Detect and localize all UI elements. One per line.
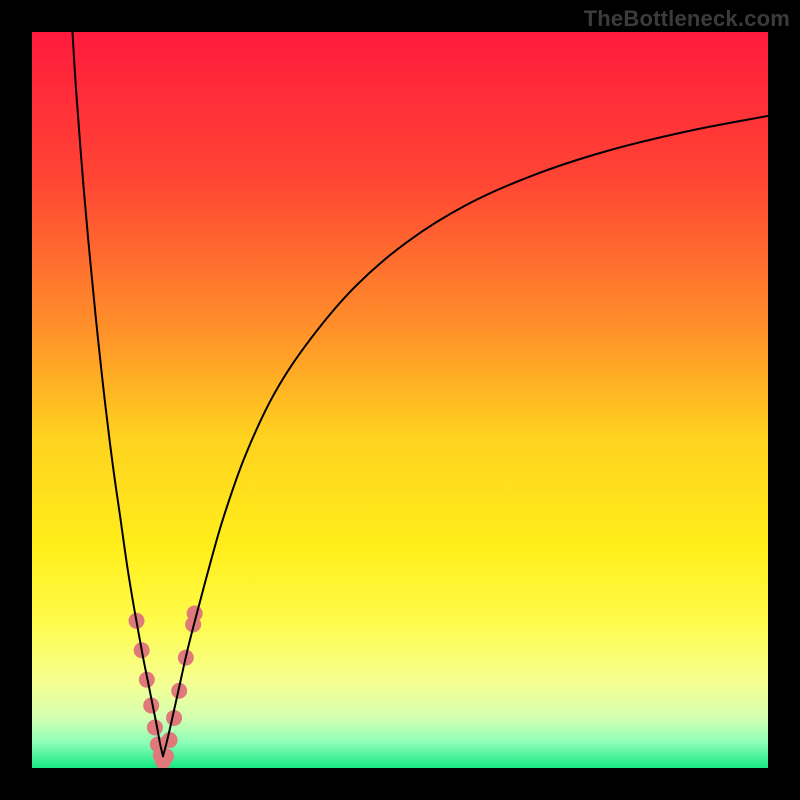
- curve-left-branch: [72, 32, 163, 756]
- curve-right-branch: [163, 116, 768, 756]
- marker-dot: [158, 748, 174, 764]
- marker-dot: [147, 720, 163, 736]
- watermark-text: TheBottleneck.com: [584, 6, 790, 32]
- plot-area: [32, 32, 768, 768]
- chart-frame: TheBottleneck.com: [0, 0, 800, 800]
- marker-dot: [162, 732, 178, 748]
- chart-curves: [32, 32, 768, 768]
